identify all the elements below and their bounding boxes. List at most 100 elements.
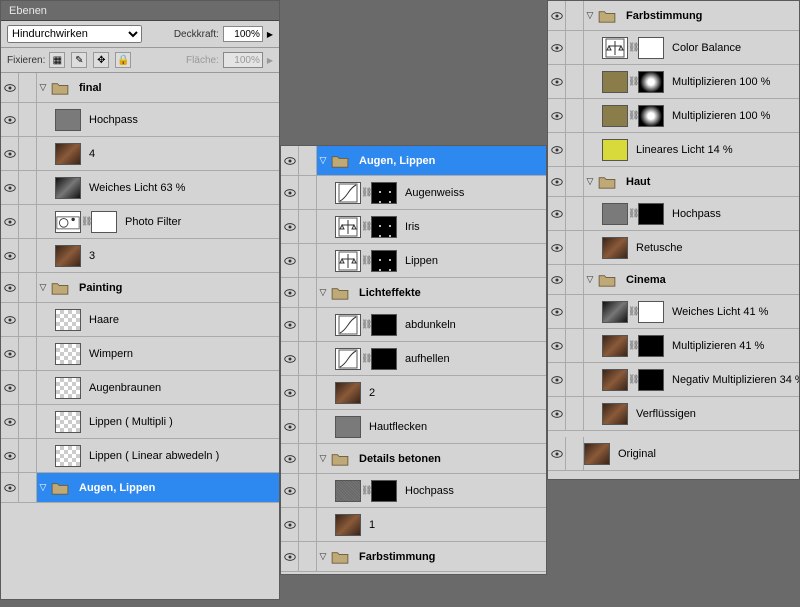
layer-thumb[interactable]: [335, 480, 361, 502]
layer-label[interactable]: Original: [610, 448, 799, 460]
visibility-icon[interactable]: [1, 137, 19, 170]
visibility-icon[interactable]: [1, 405, 19, 438]
twisty-icon[interactable]: [584, 176, 596, 187]
visibility-icon[interactable]: [548, 65, 566, 98]
layer-abdunkeln[interactable]: ⛓abdunkeln: [281, 308, 546, 342]
opacity-input[interactable]: [223, 26, 263, 42]
layer-label[interactable]: aufhellen: [397, 353, 546, 365]
visibility-icon[interactable]: [1, 337, 19, 370]
layer-label[interactable]: Hautflecken: [361, 421, 546, 433]
mask-thumb[interactable]: [638, 369, 664, 391]
mask-thumb[interactable]: [371, 216, 397, 238]
group-label[interactable]: Farbstimmung: [351, 551, 546, 563]
visibility-icon[interactable]: [548, 437, 566, 470]
layer-verfluessigen[interactable]: Verflüssigen: [548, 397, 799, 431]
mask-thumb[interactable]: [638, 71, 664, 93]
mask-thumb[interactable]: [371, 182, 397, 204]
mask-thumb[interactable]: [371, 250, 397, 272]
visibility-icon[interactable]: [548, 397, 566, 430]
group-label[interactable]: final: [71, 82, 279, 94]
group-final[interactable]: final: [1, 73, 279, 103]
curves-icon[interactable]: [335, 348, 361, 370]
visibility-icon[interactable]: [1, 439, 19, 472]
visibility-icon[interactable]: [1, 273, 19, 302]
layer-1[interactable]: 1: [281, 508, 546, 542]
visibility-icon[interactable]: [1, 239, 19, 272]
layer-original[interactable]: Original: [548, 437, 799, 471]
group-haut[interactable]: Haut: [548, 167, 799, 197]
layer-label[interactable]: abdunkeln: [397, 319, 546, 331]
layer-label[interactable]: Color Balance: [664, 42, 799, 54]
layer-label[interactable]: Augenbraunen: [81, 382, 279, 394]
layer-label[interactable]: Lippen ( Multipli ): [81, 416, 279, 428]
group-label[interactable]: Details betonen: [351, 453, 546, 465]
visibility-icon[interactable]: [281, 176, 299, 209]
balance-icon[interactable]: [335, 216, 361, 238]
layer-mult-1[interactable]: ⛓Multiplizieren 100 %: [548, 65, 799, 99]
adjustment-icon[interactable]: [55, 211, 81, 233]
visibility-icon[interactable]: [548, 363, 566, 396]
group-details[interactable]: Details betonen: [281, 444, 546, 474]
visibility-icon[interactable]: [1, 303, 19, 336]
layer-thumb[interactable]: [602, 203, 628, 225]
layer-label[interactable]: Wimpern: [81, 348, 279, 360]
visibility-icon[interactable]: [281, 376, 299, 409]
visibility-icon[interactable]: [548, 197, 566, 230]
layer-label[interactable]: Lippen: [397, 255, 546, 267]
twisty-icon[interactable]: [584, 10, 596, 21]
visibility-icon[interactable]: [281, 474, 299, 507]
lock-transparency-icon[interactable]: ▦: [49, 52, 65, 68]
visibility-icon[interactable]: [548, 295, 566, 328]
mask-thumb[interactable]: [371, 348, 397, 370]
visibility-icon[interactable]: [281, 244, 299, 277]
balance-icon[interactable]: [602, 37, 628, 59]
layer-thumb[interactable]: [55, 177, 81, 199]
visibility-icon[interactable]: [548, 99, 566, 132]
group-label[interactable]: Lichteffekte: [351, 287, 546, 299]
layer-label[interactable]: Lineares Licht 14 %: [628, 144, 799, 156]
lock-brush-icon[interactable]: ✎: [71, 52, 87, 68]
visibility-icon[interactable]: [1, 103, 19, 136]
layer-label[interactable]: Multiplizieren 41 %: [664, 340, 799, 352]
visibility-icon[interactable]: [281, 308, 299, 341]
layer-negmult[interactable]: ⛓Negativ Multiplizieren 34 %: [548, 363, 799, 397]
layer-hochpass-3[interactable]: ⛓Hochpass: [548, 197, 799, 231]
mask-thumb[interactable]: [638, 105, 664, 127]
twisty-icon[interactable]: [37, 82, 49, 93]
opacity-chevron-icon[interactable]: ▶: [267, 30, 273, 39]
layer-lippen-multipli[interactable]: Lippen ( Multipli ): [1, 405, 279, 439]
visibility-icon[interactable]: [281, 146, 299, 175]
visibility-icon[interactable]: [281, 508, 299, 541]
visibility-icon[interactable]: [281, 210, 299, 243]
layer-4[interactable]: 4: [1, 137, 279, 171]
visibility-icon[interactable]: [281, 542, 299, 571]
layer-weiches-licht[interactable]: Weiches Licht 63 %: [1, 171, 279, 205]
layer-thumb[interactable]: [55, 343, 81, 365]
lock-move-icon[interactable]: ✥: [93, 52, 109, 68]
layer-hautflecken[interactable]: Hautflecken: [281, 410, 546, 444]
layer-label[interactable]: Iris: [397, 221, 546, 233]
group-farbstimmung[interactable]: Farbstimmung: [281, 542, 546, 572]
curves-icon[interactable]: [335, 314, 361, 336]
layer-haare[interactable]: Haare: [1, 303, 279, 337]
mask-thumb[interactable]: [638, 37, 664, 59]
layer-lippen[interactable]: ⛓Lippen: [281, 244, 546, 278]
group-cinema[interactable]: Cinema: [548, 265, 799, 295]
visibility-icon[interactable]: [281, 278, 299, 307]
group-painting[interactable]: Painting: [1, 273, 279, 303]
mask-thumb[interactable]: [638, 335, 664, 357]
lock-all-icon[interactable]: 🔒: [115, 52, 131, 68]
group-augen-lippen[interactable]: Augen, Lippen: [1, 473, 279, 503]
layer-thumb[interactable]: [55, 109, 81, 131]
visibility-icon[interactable]: [1, 371, 19, 404]
fill-chevron-icon[interactable]: ▶: [267, 56, 273, 65]
layer-label[interactable]: Hochpass: [81, 114, 279, 126]
layer-thumb[interactable]: [602, 403, 628, 425]
group-farbstimmung[interactable]: Farbstimmung: [548, 1, 799, 31]
group-label[interactable]: Haut: [618, 176, 799, 188]
group-label[interactable]: Cinema: [618, 274, 799, 286]
fill-input[interactable]: [223, 52, 263, 68]
visibility-icon[interactable]: [548, 265, 566, 294]
layer-thumb[interactable]: [602, 105, 628, 127]
layer-2[interactable]: 2: [281, 376, 546, 410]
